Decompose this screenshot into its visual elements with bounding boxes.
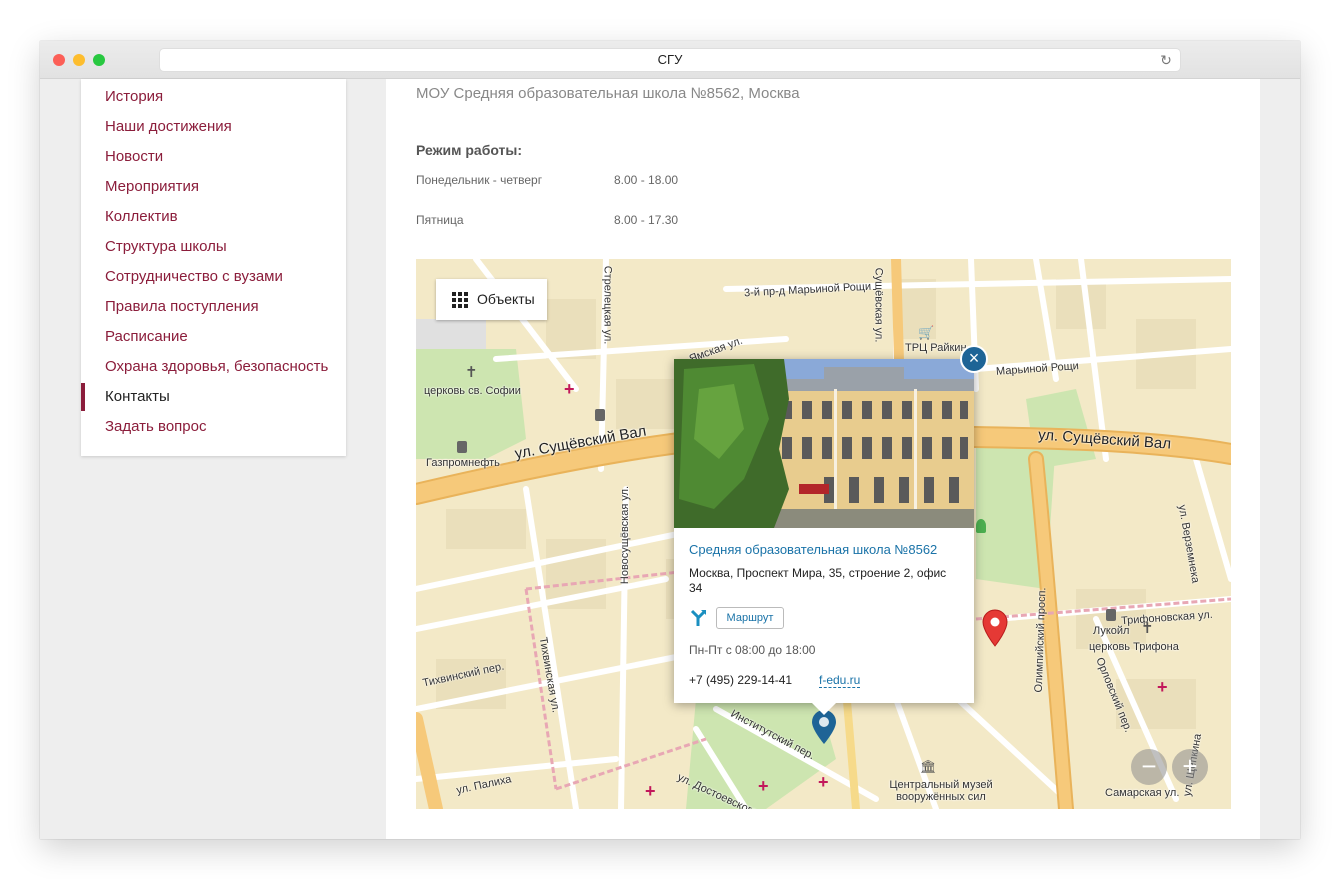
hours-days-mon-thu: Понедельник - четверг — [416, 173, 543, 187]
label-gazpromneft: Газпромнефть — [426, 457, 500, 469]
route-icon[interactable] — [689, 609, 707, 627]
close-icon[interactable]: × — [960, 345, 988, 373]
sidebar-item-history[interactable]: История — [81, 82, 346, 112]
objects-button-label: Объекты — [477, 291, 535, 307]
objects-button[interactable]: Объекты — [436, 279, 547, 320]
sidebar-item-achievements[interactable]: Наши достижения — [81, 112, 346, 142]
zoom-out-button[interactable]: − — [1131, 749, 1167, 785]
shopping-cart-icon: 🛒 — [918, 325, 935, 340]
label-trc-raykin: ТРЦ Райкин — [905, 342, 967, 354]
sidebar-item-universities[interactable]: Сотрудничество с вузами — [81, 262, 346, 292]
hours-title: Режим работы: — [416, 142, 523, 158]
zoom-in-button[interactable]: + — [1172, 749, 1208, 785]
map-pin-icon[interactable] — [981, 609, 1009, 647]
church-icon: ✝ — [1141, 620, 1154, 637]
sidebar-item-health-safety[interactable]: Охрана здоровья, безопасность — [81, 352, 346, 382]
minimize-window-button[interactable] — [73, 54, 85, 66]
sidebar-item-staff[interactable]: Коллектив — [81, 202, 346, 232]
reload-icon[interactable]: ↻ — [1158, 52, 1174, 68]
route-button[interactable]: Маршрут — [716, 607, 784, 629]
street-label-samarskaya: Самарская ул. — [1105, 787, 1180, 799]
label-lukoil: Лукойл — [1093, 625, 1130, 637]
sidebar-item-admission[interactable]: Правила поступления — [81, 292, 346, 322]
address-text: СГУ — [657, 52, 683, 67]
hours-days-fri: Пятница — [416, 213, 464, 227]
hospital-icon: + — [818, 772, 829, 792]
hospital-icon: + — [645, 781, 656, 801]
address-bar[interactable]: СГУ ↻ — [160, 49, 1180, 71]
hours-time-fri: 8.00 - 17.30 — [614, 213, 679, 227]
sidebar-item-ask-question[interactable]: Задать вопрос — [81, 412, 346, 442]
grid-icon — [452, 292, 468, 308]
balloon-site-link[interactable]: f-edu.ru — [819, 673, 861, 688]
browser-titlebar: СГУ ↻ — [40, 41, 1300, 79]
school-name: МОУ Средняя образовательная школа №8562,… — [416, 85, 800, 102]
street-label-strelets: Стрелецкая ул. — [601, 265, 614, 345]
balloon-title[interactable]: Средняя образовательная школа №8562 — [689, 542, 937, 557]
balloon-phone: +7 (495) 229-14-41 — [689, 673, 793, 687]
gas-station-icon — [1106, 609, 1116, 621]
hours-time-mon-thu: 8.00 - 18.00 — [614, 173, 679, 187]
gas-station-icon — [595, 409, 605, 421]
balloon-tail — [812, 703, 836, 715]
hospital-icon: + — [564, 379, 575, 399]
map[interactable]: ул. Сущёвский Вал ул. Сущёвский Вал 3-й … — [416, 259, 1231, 809]
tree-icon — [976, 519, 986, 533]
label-church-sofia: церковь св. Софии — [424, 385, 521, 397]
browser-window: СГУ ↻ История Наши достижения Новости Ме… — [40, 41, 1300, 839]
hospital-icon: + — [758, 776, 769, 796]
map-balloon: Средняя образовательная школа №8562 Моск… — [674, 359, 974, 715]
sidebar-nav: История Наши достижения Новости Мероприя… — [81, 79, 346, 456]
street-label-novosusch: Новосущёвская ул. — [619, 485, 632, 585]
sidebar-item-news[interactable]: Новости — [81, 142, 346, 172]
sidebar-item-structure[interactable]: Структура школы — [81, 232, 346, 262]
hospital-icon: + — [1157, 677, 1168, 697]
sidebar-item-events[interactable]: Мероприятия — [81, 172, 346, 202]
church-icon: ✝ — [465, 364, 478, 381]
balloon-address: Москва, Проспект Мира, 35, строение 2, о… — [689, 566, 947, 595]
museum-icon: 🏛 — [920, 759, 937, 774]
page-content: История Наши достижения Новости Мероприя… — [40, 79, 1300, 839]
school-photo — [674, 359, 974, 528]
label-museum: Центральный музей вооружённых сил — [889, 779, 993, 803]
balloon-hours: Пн-Пт с 08:00 до 18:00 — [689, 643, 816, 657]
gas-station-icon — [457, 441, 467, 453]
sidebar-item-contacts[interactable]: Контакты — [81, 382, 346, 412]
sidebar-item-schedule[interactable]: Расписание — [81, 322, 346, 352]
street-label-sushchevskaya-top: Сущёвская ул. — [872, 267, 885, 343]
maximize-window-button[interactable] — [93, 54, 105, 66]
main-panel: МОУ Средняя образовательная школа №8562,… — [386, 79, 1260, 839]
close-window-button[interactable] — [53, 54, 65, 66]
label-church-trifon: церковь Трифона — [1089, 641, 1179, 653]
